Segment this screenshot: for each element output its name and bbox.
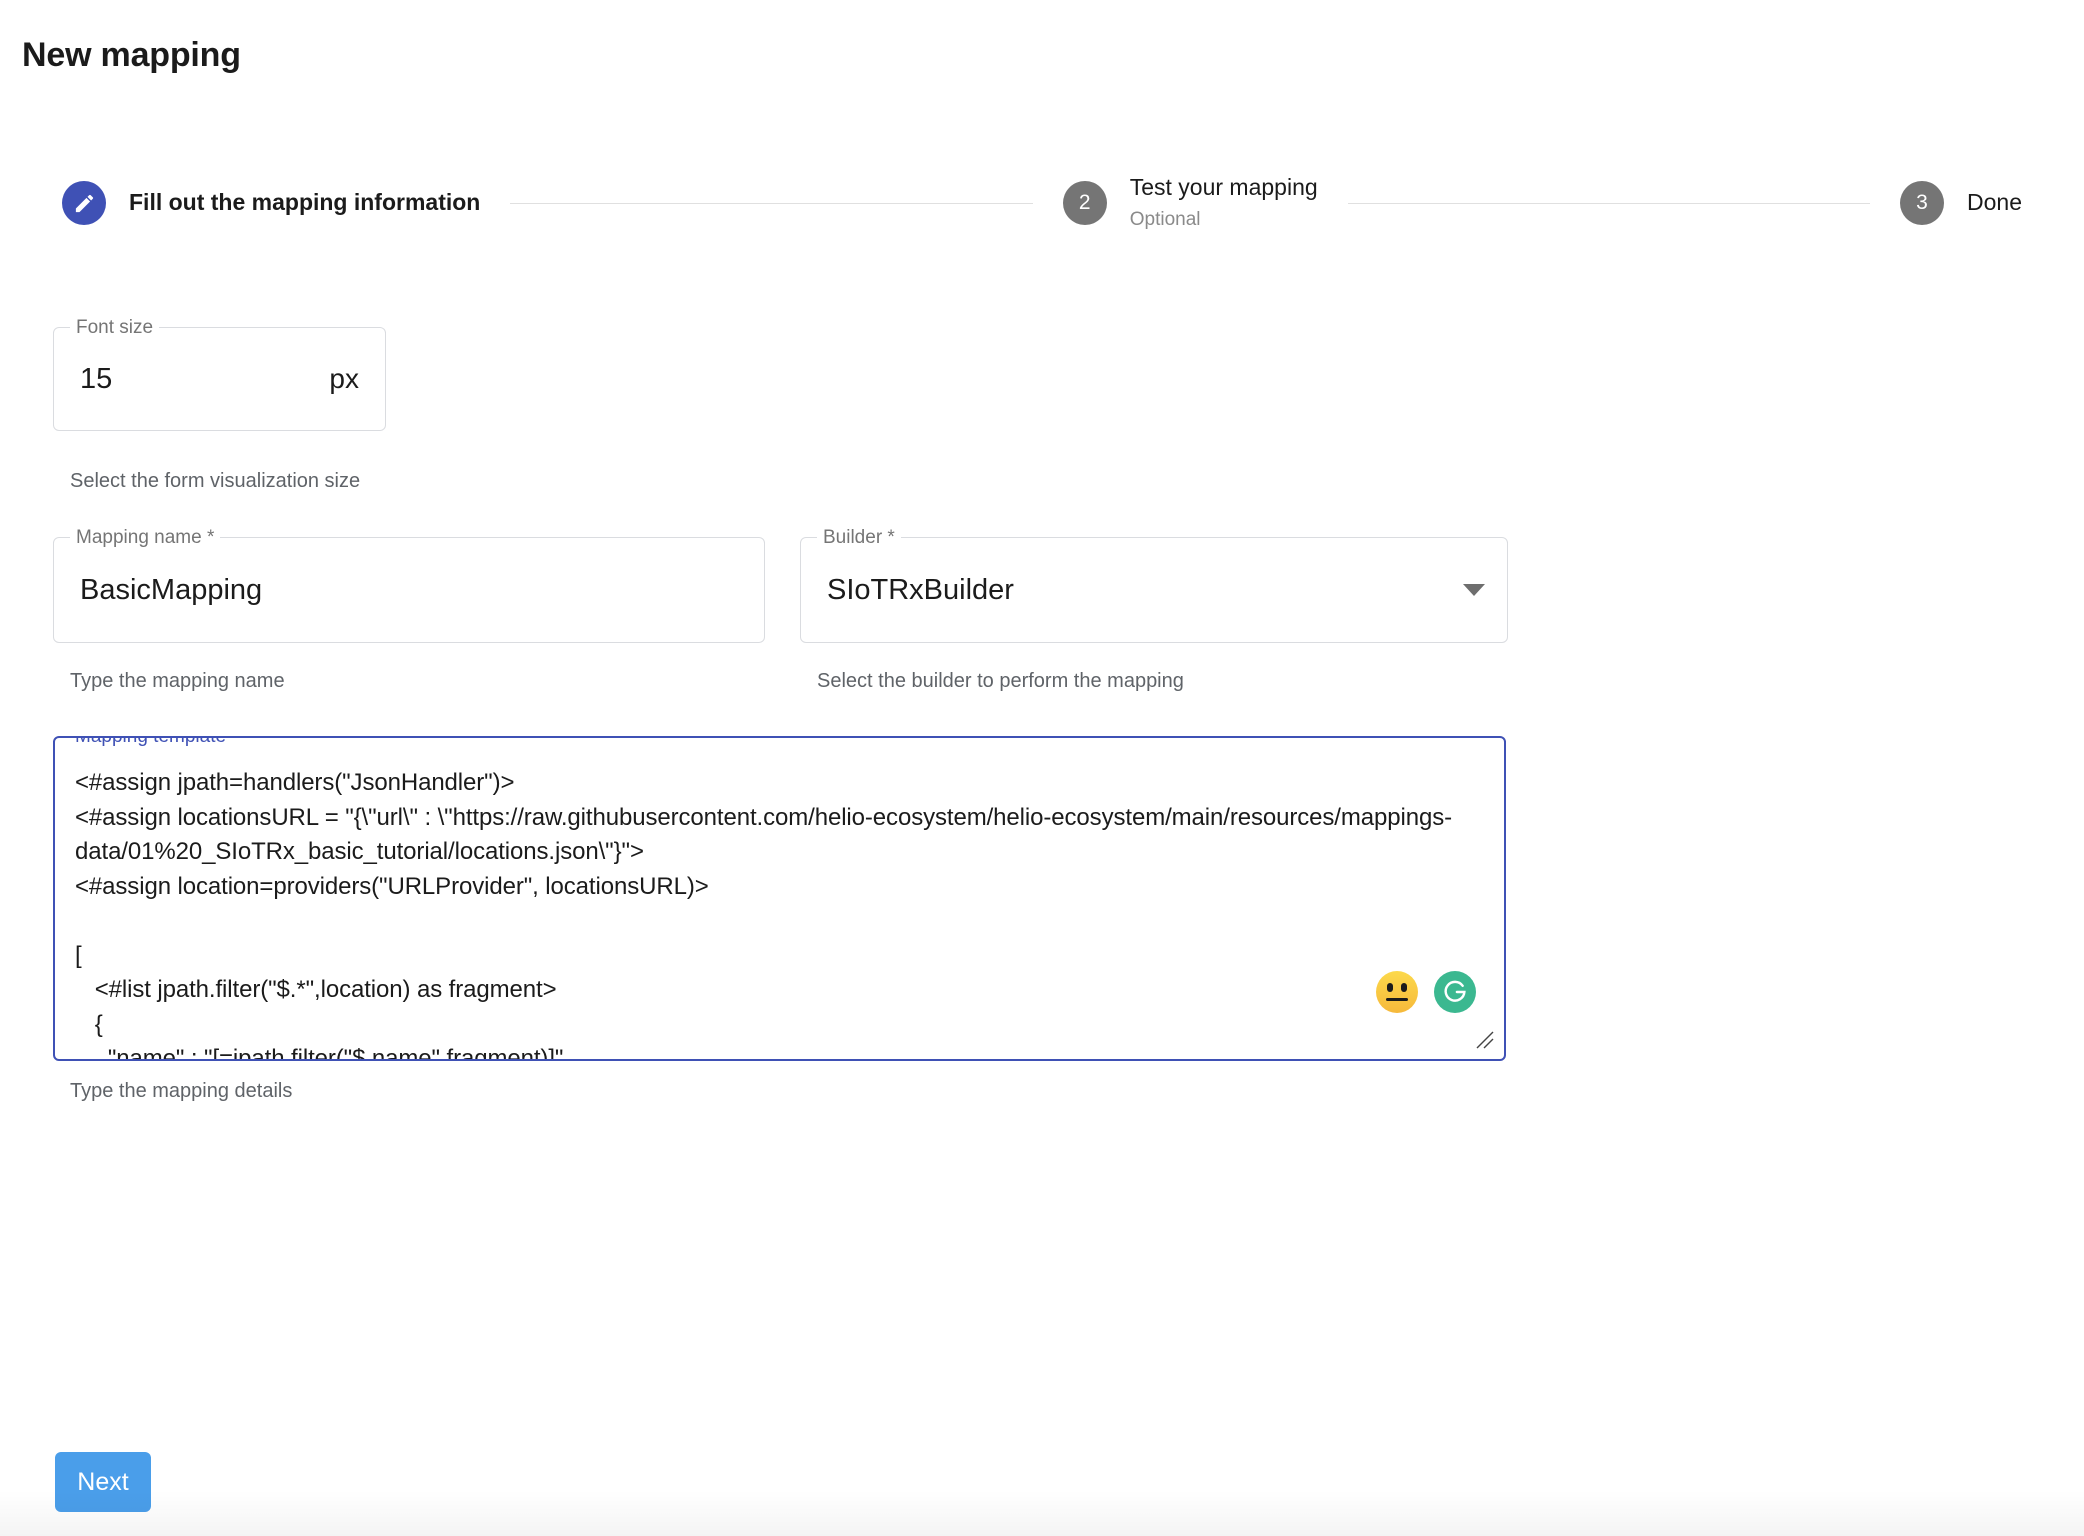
emoji-mouth	[1386, 998, 1408, 1001]
builder-select-box[interactable]: Builder * SIoTRxBuilder	[800, 527, 1508, 643]
bottom-shade	[0, 1490, 2084, 1536]
chevron-down-icon[interactable]	[1463, 584, 1485, 596]
grammarly-icon[interactable]	[1434, 971, 1476, 1013]
stepper-step-fill-out-information[interactable]: Fill out the mapping information	[62, 181, 480, 225]
emoji-neutral-icon[interactable]	[1376, 971, 1418, 1013]
builder-helper-text: Select the builder to perform the mappin…	[817, 670, 1184, 692]
mapping-template-value: <#assign jpath=handlers("JsonHandler")> …	[75, 766, 1482, 1059]
mapping-template-field[interactable]: Mapping template * <#assign jpath=handle…	[53, 736, 1506, 1061]
step-1-text: Fill out the mapping information	[129, 189, 480, 217]
mapping-template-label-text: Mapping template	[75, 736, 232, 747]
step-1-label: Fill out the mapping information	[129, 189, 481, 216]
builder-label: Builder *	[817, 527, 901, 549]
step-2-label: Test your mapping	[1129, 174, 1318, 201]
builder-select-field[interactable]: Builder * SIoTRxBuilder	[800, 527, 1508, 643]
step-3-number: 3	[1916, 191, 1928, 214]
mapping-template-textarea[interactable]: Mapping template * <#assign jpath=handle…	[53, 736, 1506, 1061]
step-1-icon-circle	[62, 181, 106, 225]
step-3-number-circle: 3	[1900, 181, 1945, 225]
step-2-number: 2	[1078, 190, 1091, 214]
mapping-template-label: Mapping template *	[69, 736, 245, 748]
step-2-number-circle: 2	[1062, 180, 1107, 225]
font-size-value: 15	[80, 362, 113, 395]
stepper: Fill out the mapping information 2 Test …	[62, 160, 2022, 246]
emoji-eye-right	[1401, 983, 1407, 992]
font-size-helper-text: Select the form visualization size	[70, 470, 361, 492]
stepper-step-test-your-mapping[interactable]: 2 Test your mapping Optional	[1062, 174, 1318, 231]
builder-value: SIoTRxBuilder	[827, 573, 1014, 606]
mapping-name-helper-text: Type the mapping name	[70, 670, 285, 692]
step-3-label: Done	[1967, 189, 2022, 216]
stepper-connector-2	[1347, 202, 1871, 204]
font-size-label: Font size	[70, 317, 160, 339]
mapping-name-field[interactable]: Mapping name * BasicMapping	[53, 527, 765, 643]
stepper-step-done[interactable]: 3 Done	[1900, 181, 2022, 225]
stepper-connector-1	[510, 202, 1033, 204]
step-2-sublabel: Optional	[1129, 208, 1201, 230]
mapping-name-label: Mapping name *	[70, 527, 221, 549]
resize-handle-icon[interactable]	[1474, 1029, 1496, 1051]
emoji-eye-left	[1387, 983, 1393, 992]
mapping-name-input-box[interactable]: Mapping name * BasicMapping	[53, 527, 765, 643]
step-2-text: Test your mapping Optional	[1130, 174, 1318, 231]
font-size-field[interactable]: Font size 15 px	[53, 317, 386, 431]
step-3-text: Done	[1967, 189, 2022, 217]
mapping-name-value: BasicMapping	[80, 573, 263, 606]
next-button[interactable]: Next	[55, 1452, 151, 1512]
pencil-icon	[73, 192, 96, 215]
textarea-adornments	[1376, 971, 1476, 1013]
font-size-input-box[interactable]: Font size 15 px	[53, 317, 386, 431]
mapping-template-helper-text: Type the mapping details	[70, 1080, 293, 1102]
page-title: New mapping	[22, 36, 241, 74]
font-size-unit: px	[329, 363, 359, 394]
required-asterisk: *	[231, 736, 239, 747]
